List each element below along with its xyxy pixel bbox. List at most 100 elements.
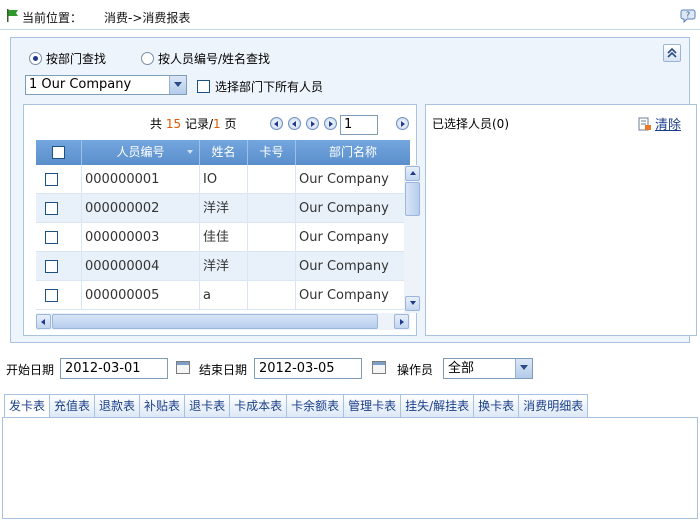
row-checkbox[interactable] [45, 173, 58, 186]
radio-by-dept-label: 按部门查找 [46, 51, 107, 66]
pager-summary: 共 15 记录/1 页 [150, 117, 237, 131]
vertical-scrollbar[interactable] [404, 165, 421, 313]
tab-refund[interactable]: 退款表 [94, 394, 140, 418]
cell-name: 洋洋 [200, 194, 248, 223]
col-header-name[interactable]: 姓名 [200, 140, 248, 165]
radio-by-person-dot[interactable] [141, 51, 154, 65]
cell-id: 000000002 [82, 194, 200, 223]
clear-label: 清除 [655, 118, 682, 133]
horizontal-scroll-thumb[interactable] [52, 314, 378, 329]
operator-select[interactable]: 全部 [443, 358, 533, 379]
table-row[interactable]: 000000003 佳佳 Our Company [36, 223, 410, 252]
tab-issue-card[interactable]: 发卡表 [4, 394, 50, 418]
end-date-input[interactable]: 2012-03-05 [254, 358, 362, 379]
cell-id: 000000004 [82, 252, 200, 281]
grid-body: 000000001 IO Our Company 000000002 洋洋 Ou… [36, 165, 410, 310]
pager-records: 15 [165, 117, 182, 131]
vertical-scroll-thumb[interactable] [405, 182, 420, 216]
calendar-icon[interactable] [176, 361, 190, 374]
tab-card-balance[interactable]: 卡余额表 [286, 394, 344, 418]
filter-row: 开始日期 2012-03-01 结束日期 2012-03-05 操作员 全部 [0, 356, 700, 382]
include-sub-checkbox[interactable] [197, 80, 210, 93]
col-header-id[interactable]: 人员编号 [82, 140, 200, 165]
table-row[interactable]: 000000002 洋洋 Our Company [36, 194, 410, 223]
double-chevron-up-icon [667, 47, 677, 58]
cell-card [248, 281, 296, 310]
breadcrumb-path: 消费->消费报表 [104, 11, 191, 25]
first-page-icon[interactable] [270, 117, 283, 130]
cell-name: a [200, 281, 248, 310]
scroll-right-button[interactable] [394, 314, 409, 329]
table-row[interactable]: 000000004 洋洋 Our Company [36, 252, 410, 281]
cell-card [248, 223, 296, 252]
col-header-dept[interactable]: 部门名称 [296, 140, 410, 165]
go-page-icon[interactable] [396, 117, 409, 130]
row-checkbox[interactable] [45, 202, 58, 215]
selected-persons-title: 已选择人员(0) [432, 117, 509, 131]
radio-by-dept[interactable]: 按部门查找 [29, 50, 106, 66]
tab-consume-detail[interactable]: 消费明细表 [518, 394, 589, 418]
clear-button[interactable]: 清除 [638, 114, 681, 133]
cell-name: 洋洋 [200, 252, 248, 281]
radio-by-person[interactable]: 按人员编号/姓名查找 [141, 50, 270, 66]
start-date-input[interactable]: 2012-03-01 [60, 358, 168, 379]
cell-dept: Our Company [299, 230, 389, 245]
operator-label: 操作员 [397, 363, 434, 377]
cell-dept: Our Company [299, 201, 389, 216]
breadcrumb-label: 当前位置： [22, 11, 83, 25]
cell-name: IO [200, 165, 248, 194]
start-date-label: 开始日期 [6, 363, 55, 377]
last-page-icon[interactable] [324, 117, 337, 130]
next-page-icon[interactable] [306, 117, 319, 130]
cell-card [248, 252, 296, 281]
svg-text:?: ? [686, 11, 690, 20]
cell-id: 000000005 [82, 281, 200, 310]
flag-icon [7, 9, 18, 22]
scroll-down-button[interactable] [405, 296, 420, 311]
scroll-up-button[interactable] [405, 166, 420, 181]
selected-persons-panel: 已选择人员(0) 清除 [425, 104, 697, 336]
department-select-value: 1 Our Company [29, 77, 132, 92]
pager-pages: 1 [213, 117, 221, 131]
calendar-icon[interactable] [372, 361, 386, 374]
include-sub-option[interactable]: 选择部门下所有人员 [197, 78, 323, 95]
tab-recharge[interactable]: 充值表 [49, 394, 95, 418]
tab-return-card[interactable]: 退卡表 [184, 394, 230, 418]
row-checkbox[interactable] [45, 289, 58, 302]
include-sub-label: 选择部门下所有人员 [215, 80, 324, 94]
tab-card-cost[interactable]: 卡成本表 [229, 394, 287, 418]
end-date-label: 结束日期 [199, 363, 248, 377]
department-select[interactable]: 1 Our Company [25, 75, 187, 95]
sort-arrow-icon [187, 150, 193, 154]
tab-subsidy[interactable]: 补贴表 [139, 394, 185, 418]
cell-id: 000000003 [82, 223, 200, 252]
collapse-button[interactable] [663, 44, 681, 62]
col-header-card[interactable]: 卡号 [248, 140, 296, 165]
horizontal-scrollbar[interactable] [36, 313, 410, 330]
tab-loss-report[interactable]: 挂失/解挂表 [400, 394, 474, 418]
cell-id: 000000001 [82, 165, 200, 194]
pager: 共 15 记录/1 页 1 [24, 111, 418, 135]
radio-by-person-label: 按人员编号/姓名查找 [158, 51, 271, 66]
cell-dept: Our Company [299, 259, 389, 274]
scroll-left-button[interactable] [36, 314, 51, 329]
row-checkbox[interactable] [45, 260, 58, 273]
table-row[interactable]: 000000005 a Our Company [36, 281, 410, 310]
cell-card [248, 165, 296, 194]
radio-by-dept-dot[interactable] [29, 51, 42, 65]
cell-card [248, 194, 296, 223]
help-icon[interactable]: ? [680, 7, 696, 23]
prev-page-icon[interactable] [288, 117, 301, 130]
tab-replace-card[interactable]: 换卡表 [473, 394, 519, 418]
select-all-checkbox[interactable] [52, 146, 65, 159]
cell-dept: Our Company [299, 288, 389, 303]
row-checkbox[interactable] [45, 231, 58, 244]
tab-manage-card[interactable]: 管理卡表 [343, 394, 401, 418]
chevron-down-icon[interactable] [515, 359, 532, 378]
chevron-down-icon[interactable] [169, 76, 186, 94]
select-all-cell [36, 140, 82, 165]
person-grid-panel: 共 15 记录/1 页 1 人员编号 姓名 卡号 部门名称 000000001 [23, 104, 421, 336]
table-row[interactable]: 000000001 IO Our Company [36, 165, 410, 194]
clear-icon [638, 117, 651, 130]
page-number-input[interactable]: 1 [340, 115, 378, 135]
